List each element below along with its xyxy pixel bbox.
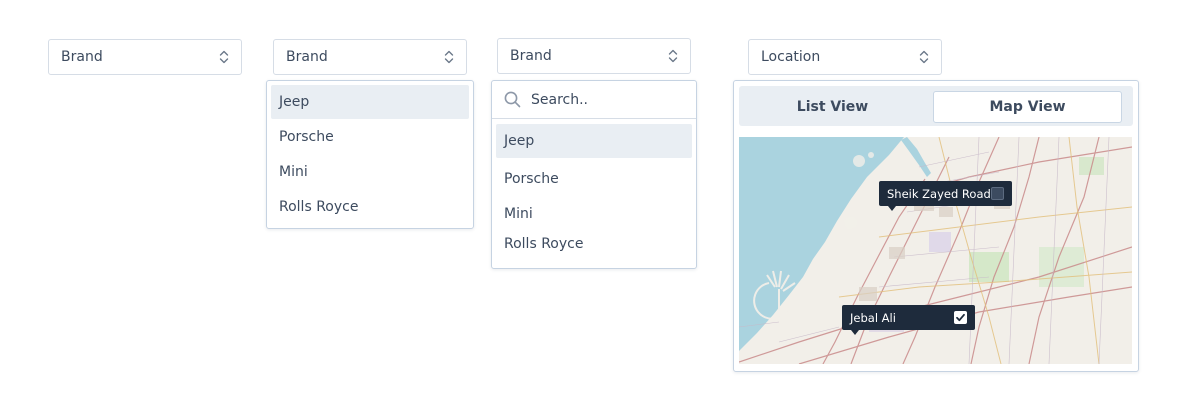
pin-checkbox[interactable] [954, 311, 967, 324]
map-pin-jebal-ali[interactable]: Jebal Ali [842, 305, 975, 335]
tab-map-view[interactable]: Map View [933, 91, 1122, 123]
chevron-up-down-icon [444, 50, 454, 64]
brand-select-searchable[interactable]: Brand [497, 38, 691, 74]
dropdown-option[interactable]: Porsche [271, 120, 469, 154]
checkmark-icon [956, 313, 965, 322]
tab-list-view[interactable]: List View [743, 91, 922, 123]
dropdown-option[interactable]: Jeep [271, 85, 469, 119]
pin-checkbox[interactable] [991, 187, 1004, 200]
dropdown-option[interactable]: Mini [496, 197, 692, 231]
brand-select-open[interactable]: Brand [273, 39, 467, 75]
chevron-up-down-icon [219, 50, 229, 64]
location-panel: List View Map View Sheik Zayed Road Jeba… [733, 80, 1139, 372]
chevron-up-down-icon [919, 50, 929, 64]
select-label: Brand [286, 49, 328, 65]
searchable-dropdown-menu: Search.. Jeep Porsche Mini Rolls Royce [491, 80, 697, 269]
select-label: Brand [510, 48, 552, 64]
dropdown-option[interactable]: Porsche [496, 162, 692, 196]
dropdown-option[interactable]: Rolls Royce [496, 227, 692, 261]
dropdown-search-field[interactable]: Search.. [492, 81, 696, 119]
search-input[interactable]: Search.. [531, 92, 588, 108]
map-pin-sheik-zayed-road[interactable]: Sheik Zayed Road [879, 181, 1012, 211]
dropdown-option[interactable]: Rolls Royce [271, 190, 469, 224]
search-icon [504, 91, 521, 108]
map-pin-label: Sheik Zayed Road [887, 186, 991, 201]
map-view[interactable]: Sheik Zayed Road Jebal Ali [739, 137, 1132, 364]
select-label: Location [761, 49, 821, 65]
map-pin-label: Jebal Ali [850, 310, 896, 325]
location-select[interactable]: Location [748, 39, 942, 75]
select-label: Brand [61, 49, 103, 65]
brand-select-closed[interactable]: Brand [48, 39, 242, 75]
view-toggle: List View Map View [739, 86, 1133, 126]
chevron-up-down-icon [668, 49, 678, 63]
dropdown-option[interactable]: Jeep [496, 124, 692, 158]
brand-dropdown-menu: Jeep Porsche Mini Rolls Royce [266, 80, 474, 229]
dropdown-option[interactable]: Mini [271, 155, 469, 189]
